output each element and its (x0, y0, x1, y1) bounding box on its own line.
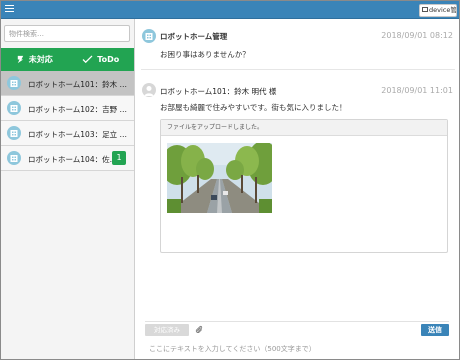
building-avatar-icon (7, 126, 21, 140)
unread-count-badge: 1 (112, 151, 126, 165)
mark-handled-button[interactable]: 対応済み (145, 324, 189, 336)
building-avatar-icon (7, 151, 21, 165)
monitor-icon (422, 6, 428, 12)
building-avatar-icon (7, 76, 21, 90)
message-timestamp: 2018/09/01 11:01 (381, 86, 453, 95)
message-sender: ロボットホーム101：鈴木 明代 様 (160, 87, 277, 96)
list-item[interactable]: ロボットホーム102：吉野 … (1, 96, 134, 121)
message-timestamp: 2018/09/01 08:12 (381, 31, 453, 40)
file-attachment: ファイルをアップロードしました。 (160, 119, 448, 253)
check-icon (82, 55, 93, 64)
chat-message: ロボットホーム101：鈴木 明代 様 2018/09/01 11:01 お部屋も… (135, 71, 459, 271)
property-search-input[interactable] (4, 25, 130, 42)
message-input[interactable] (145, 340, 449, 358)
message-text: お困り事はありませんか？ (160, 50, 250, 59)
list-item[interactable]: ロボットホーム103：足立 … (1, 121, 134, 146)
device-management-label: device管理 (429, 6, 457, 14)
tab-unhandled-label: 未対応 (28, 55, 53, 64)
list-item-label: ロボットホーム102：吉野 … (28, 105, 127, 114)
hamburger-menu-icon[interactable] (5, 5, 14, 14)
list-item-label: ロボットホーム101：鈴木 … (28, 80, 127, 89)
filter-tabs: 未対応 ToDo (1, 48, 134, 71)
top-bar: device管理 (1, 1, 459, 19)
user-avatar-icon (142, 83, 156, 97)
pin-icon (17, 55, 23, 64)
message-divider (141, 69, 455, 70)
tab-unhandled[interactable]: 未対応 (1, 48, 68, 71)
message-composer: 対応済み 送信 (145, 321, 449, 359)
search-box (4, 25, 130, 42)
message-text: お部屋も綺麗で住みやすいです。街も気に入りました！ (160, 103, 347, 112)
list-item[interactable]: ロボットホーム101：鈴木 … (1, 71, 134, 96)
chat-panel: ロボットホーム管理 2018/09/01 08:12 お困り事はありませんか？ … (135, 19, 459, 359)
list-item[interactable]: ロボットホーム104：佐… 1 (1, 146, 134, 171)
chat-message: ロボットホーム管理 2018/09/01 08:12 お困り事はありませんか？ (135, 19, 459, 65)
send-button[interactable]: 送信 (421, 324, 449, 336)
tab-todo-label: ToDo (97, 55, 120, 64)
list-item-label: ロボットホーム103：足立 … (28, 130, 127, 139)
sidebar: 未対応 ToDo ロボットホーム101：鈴木 … ロボットホーム102： (1, 19, 135, 359)
list-item-label: ロボットホーム104：佐… (28, 155, 118, 164)
building-avatar-icon (142, 29, 156, 43)
paperclip-icon[interactable] (195, 325, 203, 336)
tab-todo[interactable]: ToDo (68, 48, 135, 71)
device-management-button[interactable]: device管理 (419, 4, 457, 17)
building-avatar-icon (7, 101, 21, 115)
property-list: ロボットホーム101：鈴木 … ロボットホーム102：吉野 … ロボットホーム1… (1, 71, 134, 171)
attachment-header: ファイルをアップロードしました。 (161, 120, 447, 136)
app-window: device管理 未対応 ToDo (0, 0, 460, 360)
message-sender: ロボットホーム管理 (160, 32, 228, 41)
street-photo-thumbnail[interactable] (167, 143, 272, 213)
